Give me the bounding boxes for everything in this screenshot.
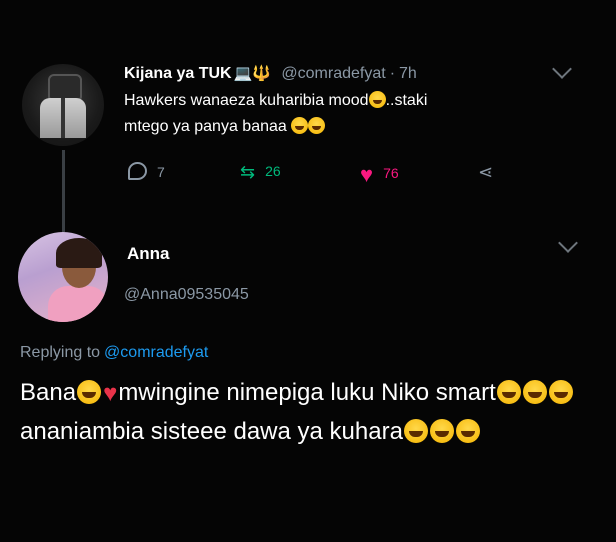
heart-icon: ♥ (360, 162, 374, 187)
share-icon: ⋖ (478, 162, 494, 182)
rolling-laughing-emoji-icon (455, 419, 480, 443)
reply-author-name[interactable]: Anna (127, 244, 170, 264)
retweet-count: 26 (265, 163, 281, 179)
tweet-time[interactable]: 7h (399, 65, 417, 82)
laughing-emoji-icon (403, 419, 428, 443)
chevron-down-icon[interactable] (558, 233, 578, 253)
laughing-emoji-icon (429, 419, 454, 443)
avatar-stripe-shape (61, 98, 65, 138)
tweet-text-line2: mtego ya panya banaa (124, 118, 287, 135)
reply-button[interactable]: 7 (128, 162, 165, 180)
author-avatar[interactable] (22, 64, 104, 146)
tweet-text-line1: Hawkers wanaeza kuharibia mood (124, 92, 369, 109)
author-badges: 💻🔱 (233, 65, 271, 82)
reply-author-avatar[interactable] (18, 232, 108, 322)
replying-label: Replying to (20, 344, 101, 361)
laughing-emoji-icon (548, 380, 573, 404)
tweet-actions: 7 ⇆ 26 ♥ 76 ⋖ (124, 160, 524, 190)
reply-icon (128, 162, 147, 180)
laughing-emoji-icon (496, 380, 521, 404)
share-button[interactable]: ⋖ (478, 162, 493, 183)
broken-heart-emoji-icon: ♥ (103, 380, 118, 407)
retweet-icon: ⇆ (240, 162, 256, 182)
retweet-button[interactable]: ⇆ 26 (240, 162, 281, 183)
laughing-emoji-icon (522, 380, 547, 404)
thread-connector-line (62, 150, 65, 232)
smile-emoji-icon (368, 91, 386, 108)
reply-text: Bana ♥mwingine nimepiga luku Niko smart an… (20, 374, 590, 451)
laughing-emoji-icon (308, 117, 326, 134)
author-name[interactable]: Kijana ya TUK (124, 65, 232, 82)
tweet-thread: Kijana ya TUK 💻🔱 @comradefyat · 7h Hawkers … (0, 0, 616, 542)
avatar-hair-shape (56, 238, 102, 268)
chevron-down-icon[interactable] (552, 59, 572, 79)
reply-count: 7 (157, 164, 165, 180)
replying-handle-link[interactable]: @comradefyat (104, 344, 208, 361)
laughing-emoji-icon (291, 117, 309, 134)
avatar-shirt-shape (48, 286, 108, 322)
like-count: 76 (383, 165, 399, 181)
tweet-text: Hawkers wanaeza kuharibia mood ..staki mt… (124, 88, 544, 140)
reply-text-segment1: Bana (20, 379, 77, 406)
author-handle[interactable]: @comradefyat (281, 65, 385, 82)
reply-text-segment2: mwingine nimepiga luku Niko smart (118, 379, 496, 406)
tweet-text-line1-end: ..staki (385, 92, 428, 109)
avatar-head-shape (48, 74, 82, 100)
separator-dot: · (389, 65, 396, 82)
replying-to: Replying to @comradefyat (20, 344, 208, 362)
laughing-emoji-icon (77, 380, 102, 404)
reply-text-segment3: ananiambia sisteee dawa ya kuhara (20, 418, 403, 445)
tweet-header: Kijana ya TUK 💻🔱 @comradefyat · 7h (124, 64, 417, 83)
like-button[interactable]: ♥ 76 (360, 162, 399, 188)
reply-author-handle[interactable]: @Anna09535045 (124, 286, 249, 304)
